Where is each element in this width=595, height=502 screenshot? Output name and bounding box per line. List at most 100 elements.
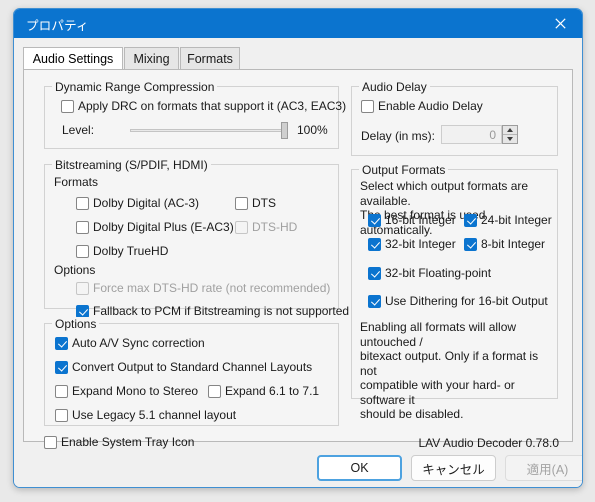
group-bitstreaming: Bitstreaming (S/PDIF, HDMI) Formats Dolb… — [44, 158, 349, 318]
checkbox-label: Dolby Digital (AC-3) — [93, 196, 200, 210]
checkbox-label: Enable System Tray Icon — [61, 435, 195, 449]
checkbox-use-legacy-51-layout[interactable]: Use Legacy 5.1 channel layout — [55, 408, 236, 422]
checkbox-dolby-truehd[interactable]: Dolby TrueHD — [76, 244, 168, 258]
checkbox-auto-av-sync-correction[interactable]: Auto A/V Sync correction — [55, 336, 205, 350]
group-output-formats: Output Formats Select which output forma… — [351, 163, 558, 421]
checkbox-box — [61, 99, 74, 113]
apply-button: 適用(A) — [505, 455, 582, 481]
checkbox-label: 16-bit Integer — [385, 213, 456, 227]
checkbox-apply-drc[interactable]: Apply DRC on formats that support it (AC… — [61, 99, 346, 113]
spinner-down-icon[interactable] — [503, 135, 517, 143]
checkbox-dts-hd: DTS-HD — [235, 220, 297, 234]
group-options: Options Auto A/V Sync correction Convert… — [44, 317, 339, 426]
checkbox-label: Force max DTS-HD rate (not recommended) — [93, 281, 331, 295]
checkbox-box — [208, 384, 221, 398]
input-delay-ms[interactable]: 0 — [441, 125, 502, 144]
checkbox-label: Dolby TrueHD — [93, 244, 169, 258]
group-legend-bitstreaming: Bitstreaming (S/PDIF, HDMI) — [52, 158, 211, 172]
checkbox-box — [76, 244, 89, 258]
checkbox-box — [44, 435, 57, 449]
checkbox-box — [55, 360, 68, 374]
checkbox-label: Enable Audio Delay — [378, 99, 483, 113]
checkbox-use-dithering-16-bit[interactable]: Use Dithering for 16-bit Output — [368, 294, 548, 308]
checkbox-label: 24-bit Integer — [481, 213, 552, 227]
label-delay-ms: Delay (in ms): — [361, 129, 436, 143]
checkbox-box — [464, 237, 477, 251]
label-formats: Formats — [54, 175, 99, 189]
checkbox-box — [368, 237, 381, 251]
checkbox-box — [55, 408, 68, 422]
spinner-delay-ms[interactable] — [502, 125, 518, 144]
label-drc-level: Level: — [62, 123, 95, 137]
checkbox-box — [235, 196, 248, 210]
title-bar: プロパティ — [14, 9, 582, 38]
checkbox-label: 32-bit Floating-point — [385, 266, 492, 280]
ok-button[interactable]: OK — [317, 455, 402, 481]
checkbox-label: Use Dithering for 16-bit Output — [385, 294, 548, 308]
checkbox-dts[interactable]: DTS — [235, 196, 276, 210]
checkbox-16-bit-integer[interactable]: 16-bit Integer — [368, 213, 456, 227]
tab-formats[interactable]: Formats — [180, 47, 240, 70]
checkbox-box — [368, 213, 381, 227]
group-legend-audio-delay: Audio Delay — [359, 80, 430, 94]
checkbox-box — [55, 336, 68, 350]
checkbox-box — [76, 304, 89, 318]
group-legend-options: Options — [52, 317, 100, 331]
checkbox-label: Expand Mono to Stereo — [72, 384, 199, 398]
checkbox-label: Expand 6.1 to 7.1 — [225, 384, 320, 398]
checkbox-label: Use Legacy 5.1 channel layout — [72, 408, 237, 422]
dialog-body: Audio Settings Mixing Formats Dynamic Ra… — [14, 38, 582, 487]
version-label: LAV Audio Decoder 0.78.0 — [418, 436, 559, 450]
checkbox-box — [235, 220, 248, 234]
checkbox-label: Fallback to PCM if Bitstreaming is not s… — [93, 304, 350, 318]
window-title: プロパティ — [26, 19, 89, 33]
checkbox-expand-61-to-71[interactable]: Expand 6.1 to 7.1 — [208, 384, 319, 398]
checkbox-label: Dolby Digital Plus (E-AC3) — [93, 220, 234, 234]
output-formats-note: Enabling all formats will allow untouche… — [360, 320, 539, 421]
checkbox-box — [368, 294, 381, 308]
checkbox-24-bit-integer[interactable]: 24-bit Integer — [464, 213, 552, 227]
tab-audio-settings[interactable]: Audio Settings — [23, 47, 123, 70]
checkbox-fallback-to-pcm[interactable]: Fallback to PCM if Bitstreaming is not s… — [76, 304, 349, 318]
checkbox-convert-output-standard-layouts[interactable]: Convert Output to Standard Channel Layou… — [55, 360, 312, 374]
checkbox-32-bit-floating-point[interactable]: 32-bit Floating-point — [368, 266, 491, 280]
checkbox-enable-system-tray-icon[interactable]: Enable System Tray Icon — [44, 435, 194, 449]
spinner-up-icon[interactable] — [503, 126, 517, 135]
tab-page-audio-settings: Dynamic Range Compression Apply DRC on f… — [23, 69, 573, 450]
checkbox-box — [76, 220, 89, 234]
group-legend-drc: Dynamic Range Compression — [52, 80, 218, 94]
output-formats-description: Select which output formats are availabl… — [360, 179, 529, 237]
value-drc-level: 100% — [297, 123, 328, 137]
checkbox-box — [464, 213, 477, 227]
tab-strip: Audio Settings Mixing Formats — [23, 47, 573, 71]
slider-drc-level-track[interactable] — [130, 129, 288, 132]
checkbox-force-max-dts-hd-rate: Force max DTS-HD rate (not recommended) — [76, 281, 330, 295]
checkbox-label: 32-bit Integer — [385, 237, 456, 251]
checkbox-enable-audio-delay[interactable]: Enable Audio Delay — [361, 99, 483, 113]
properties-dialog: プロパティ Audio Settings Mixing Formats Dyna… — [13, 8, 583, 488]
checkbox-label: 8-bit Integer — [481, 237, 546, 251]
checkbox-label: Auto A/V Sync correction — [72, 336, 205, 350]
checkbox-expand-mono-to-stereo[interactable]: Expand Mono to Stereo — [55, 384, 198, 398]
checkbox-label: Apply DRC on formats that support it (AC… — [78, 99, 347, 113]
group-audio-delay: Audio Delay Enable Audio Delay Delay (in… — [351, 80, 558, 156]
group-dynamic-range-compression: Dynamic Range Compression Apply DRC on f… — [44, 80, 346, 149]
checkbox-8-bit-integer[interactable]: 8-bit Integer — [464, 237, 545, 251]
close-icon[interactable] — [538, 9, 582, 38]
checkbox-label: Convert Output to Standard Channel Layou… — [72, 360, 313, 374]
checkbox-label: DTS — [252, 196, 276, 210]
checkbox-box — [361, 99, 374, 113]
label-bitstreaming-options: Options — [54, 263, 96, 277]
checkbox-label: DTS-HD — [252, 220, 298, 234]
tab-mixing[interactable]: Mixing — [124, 47, 179, 70]
slider-drc-level-thumb[interactable] — [281, 122, 288, 139]
group-legend-output-formats: Output Formats — [359, 163, 449, 177]
checkbox-box — [55, 384, 68, 398]
checkbox-dolby-digital-plus-eac3[interactable]: Dolby Digital Plus (E-AC3) — [76, 220, 234, 234]
checkbox-box — [76, 196, 89, 210]
checkbox-box — [368, 266, 381, 280]
checkbox-dolby-digital-ac3[interactable]: Dolby Digital (AC-3) — [76, 196, 199, 210]
cancel-button[interactable]: キャンセル — [411, 455, 496, 481]
checkbox-32-bit-integer[interactable]: 32-bit Integer — [368, 237, 456, 251]
checkbox-box — [76, 281, 89, 295]
